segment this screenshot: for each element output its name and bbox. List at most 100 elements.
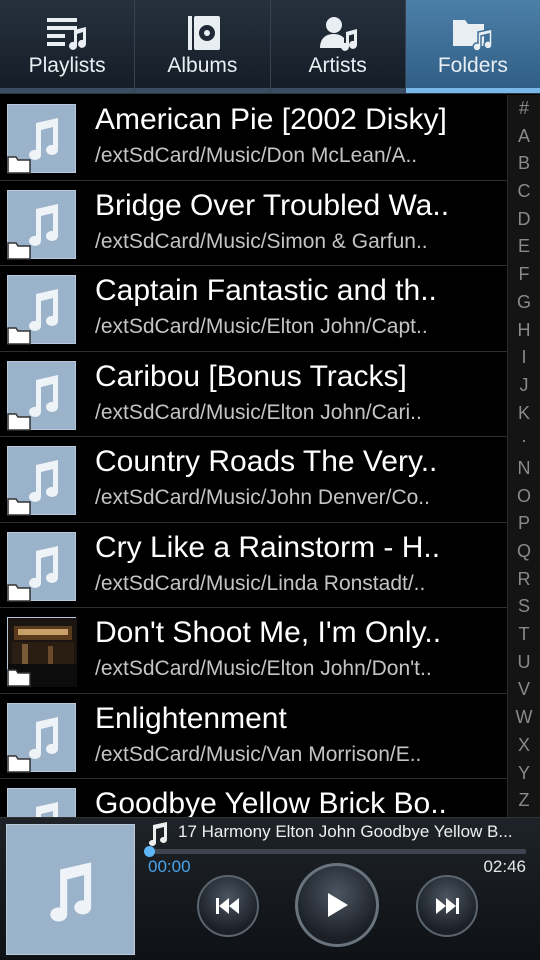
index-letter[interactable]: H xyxy=(518,317,531,345)
folder-music-icon xyxy=(452,20,493,52)
album-art xyxy=(7,788,76,817)
index-letter[interactable]: Q xyxy=(517,538,531,566)
now-playing-art[interactable] xyxy=(6,824,135,955)
index-letter[interactable]: U xyxy=(518,649,531,677)
index-letter[interactable]: · xyxy=(521,427,527,455)
folder-icon xyxy=(7,498,31,516)
album-art xyxy=(7,104,76,174)
tab-folders[interactable]: Folders xyxy=(405,0,540,93)
album-art xyxy=(7,446,76,516)
album-art xyxy=(7,360,76,431)
progress-knob[interactable] xyxy=(144,846,155,857)
folder-path: /extSdCard/Music/Linda Ronstadt/.. xyxy=(95,571,426,595)
index-letter[interactable]: F xyxy=(519,261,530,289)
list-item[interactable]: Enlightenment/extSdCard/Music/Van Morris… xyxy=(0,694,507,779)
index-letter[interactable]: E xyxy=(518,233,530,261)
index-letter[interactable]: A xyxy=(518,123,530,151)
index-letter[interactable]: R xyxy=(518,566,531,594)
folder-title: Country Roads The Very.. xyxy=(95,445,438,478)
list-item[interactable]: Caribou [Bonus Tracks] /extSdCard/Music/E… xyxy=(0,352,507,437)
index-letter[interactable]: K xyxy=(518,400,530,428)
current-time: 00:00 xyxy=(148,857,191,876)
list-item[interactable]: Goodbye Yellow Brick Bo.. xyxy=(0,779,507,817)
album-cover-photo xyxy=(7,617,77,687)
list-item[interactable]: Bridge Over Troubled Wa.. /extSdCard/Musi… xyxy=(0,181,507,266)
music-note-icon xyxy=(50,862,92,922)
index-letter[interactable]: G xyxy=(517,289,531,317)
tab-indicator xyxy=(135,88,270,93)
music-app: Playlists Albums Artists Folders America… xyxy=(0,0,540,960)
album-icon xyxy=(188,16,221,50)
index-letter[interactable]: X xyxy=(518,732,530,760)
playlist-icon xyxy=(47,18,87,50)
tab-albums[interactable]: Albums xyxy=(135,0,271,93)
album-art xyxy=(7,531,76,602)
index-letter[interactable]: S xyxy=(518,593,530,621)
index-letter[interactable]: Z xyxy=(519,787,530,815)
folder-icon xyxy=(7,327,31,345)
index-letter[interactable]: Y xyxy=(518,760,530,788)
folder-title: Cry Like a Rainstorm - H.. xyxy=(95,530,441,564)
album-art xyxy=(7,702,76,773)
folder-title: Caribou [Bonus Tracks] xyxy=(95,359,407,393)
progress-bar[interactable] xyxy=(144,846,526,857)
index-letter[interactable]: P xyxy=(518,510,530,538)
folder-title: Captain Fantastic and th.. xyxy=(95,274,437,307)
index-letter[interactable]: J xyxy=(520,372,529,400)
music-note-icon xyxy=(149,822,167,846)
tab-label: Artists xyxy=(308,54,367,77)
index-letter[interactable]: V xyxy=(518,676,530,704)
folder-path: /extSdCard/Music/Elton John/Don't.. xyxy=(95,657,432,680)
folder-icon xyxy=(7,669,31,687)
index-letter[interactable]: C xyxy=(518,178,531,206)
play-button[interactable] xyxy=(295,863,379,947)
folder-icon xyxy=(7,754,31,773)
index-letter[interactable]: B xyxy=(518,150,530,178)
folder-path: /extSdCard/Music/Elton John/Cari.. xyxy=(95,400,422,424)
folder-icon xyxy=(7,583,31,602)
list-item[interactable]: American Pie [2002 Disky] /extSdCard/Musi… xyxy=(0,95,507,181)
folder-title: American Pie [2002 Disky] xyxy=(95,103,447,136)
folder-icon xyxy=(7,241,31,260)
index-letter[interactable]: I xyxy=(521,344,526,372)
tab-indicator xyxy=(0,88,135,93)
index-letter[interactable]: O xyxy=(517,483,531,511)
tab-label: Folders xyxy=(437,54,508,77)
tab-bar: Playlists Albums Artists Folders xyxy=(0,0,540,94)
tab-playlists[interactable]: Playlists xyxy=(0,0,136,93)
folder-title: Goodbye Yellow Brick Bo.. xyxy=(95,787,447,817)
tab-indicator xyxy=(270,88,405,93)
alphabet-index-bar[interactable]: # A B C D E F G H I J K · N O P Q R S T U V W X Y Z xyxy=(507,95,540,817)
index-letter[interactable]: N xyxy=(518,455,531,483)
music-note-icon xyxy=(36,802,58,817)
skip-previous-icon xyxy=(216,898,239,914)
album-art xyxy=(7,275,76,345)
folder-path: /extSdCard/Music/John Denver/Co.. xyxy=(95,486,430,509)
skip-next-icon xyxy=(436,898,459,914)
index-letter[interactable]: D xyxy=(518,206,531,234)
folder-path: /extSdCard/Music/Don McLean/A.. xyxy=(95,144,418,167)
tab-label: Playlists xyxy=(28,54,106,77)
folder-icon xyxy=(7,412,31,431)
next-button[interactable] xyxy=(416,875,478,937)
folder-path: /extSdCard/Music/Elton John/Capt.. xyxy=(95,315,428,338)
folder-list: American Pie [2002 Disky] /extSdCard/Musi… xyxy=(0,95,507,817)
folder-title: Don't Shoot Me, I'm Only.. xyxy=(95,616,442,649)
list-item[interactable]: Country Roads The Very.. /extSdCard/Music… xyxy=(0,437,507,523)
tab-artists[interactable]: Artists xyxy=(270,0,406,93)
folder-icon xyxy=(7,156,31,174)
previous-button[interactable] xyxy=(197,875,259,937)
index-letter[interactable]: W xyxy=(516,704,533,732)
index-letter[interactable]: T xyxy=(519,621,530,649)
list-item[interactable]: Don't Shoot Me, I'm Only.. /extSdCard/Mus… xyxy=(0,608,507,694)
tab-label: Albums xyxy=(167,54,238,77)
now-playing-title[interactable]: 17 Harmony Elton John Goodbye Yellow B..… xyxy=(178,822,533,842)
play-icon xyxy=(328,893,348,917)
total-time: 02:46 xyxy=(483,857,526,876)
list-item[interactable]: Cry Like a Rainstorm - H.. /extSdCard/Mus… xyxy=(0,523,507,608)
list-item[interactable]: Captain Fantastic and th.. /extSdCard/Mus… xyxy=(0,266,507,352)
index-letter[interactable]: # xyxy=(519,95,529,123)
album-art xyxy=(7,189,76,260)
mini-player: 17 Harmony Elton John Goodbye Yellow B..… xyxy=(0,817,540,960)
folder-title: Enlightenment xyxy=(95,701,287,735)
